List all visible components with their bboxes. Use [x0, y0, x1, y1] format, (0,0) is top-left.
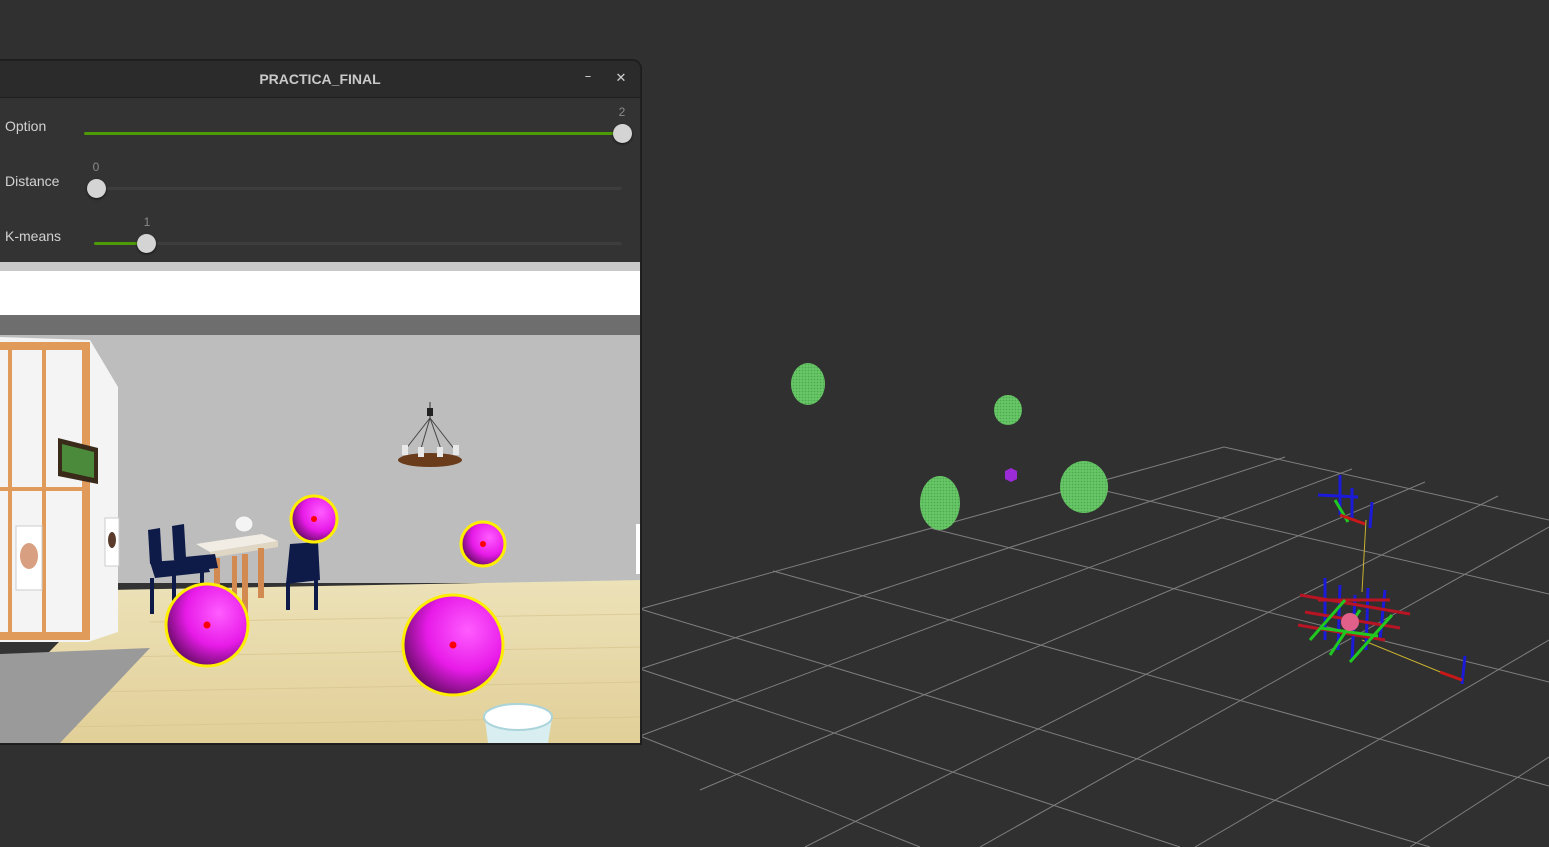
trackbar-option: Option 2	[0, 98, 640, 153]
camera-image	[0, 262, 640, 743]
trackbar-distance-handle[interactable]	[86, 179, 106, 198]
trackbar-kmeans-value: 1	[143, 215, 151, 229]
trackbar-kmeans: K-means 1	[0, 208, 640, 263]
trackbar-option-handle[interactable]	[612, 124, 632, 143]
bucket	[483, 703, 553, 743]
pointcloud-sphere	[994, 395, 1022, 425]
tf-frames	[1297, 475, 1467, 685]
trackbar-distance-label: Distance	[5, 173, 60, 189]
opencv-window[interactable]: PRACTICA_FINAL – ✕ Option 2 Distance 0 K…	[0, 60, 641, 744]
trackbar-option-fill	[84, 132, 622, 135]
detected-sphere	[459, 520, 507, 568]
window-title: PRACTICA_FINAL	[259, 71, 381, 87]
close-button[interactable]: ✕	[611, 69, 631, 89]
centroid-marker	[1005, 468, 1017, 482]
pointcloud-sphere	[920, 476, 960, 530]
trackbar-kmeans-label: K-means	[5, 228, 62, 244]
pointcloud-clusters	[791, 363, 1108, 530]
trackbar-distance-value: 0	[92, 160, 100, 174]
trackbar-option-label: Option	[5, 118, 47, 134]
trackbar-kmeans-handle[interactable]	[137, 234, 157, 253]
trackbar-option-rail[interactable]	[84, 124, 632, 143]
detected-sphere	[164, 582, 250, 668]
pointcloud-sphere	[791, 363, 825, 405]
trackbar-option-value: 2	[618, 105, 626, 119]
detected-sphere	[401, 593, 505, 697]
pointcloud-sphere	[1060, 461, 1108, 513]
detected-sphere	[289, 494, 339, 544]
trackbar-distance: Distance 0	[0, 153, 640, 208]
minimize-button[interactable]: –	[578, 67, 598, 87]
trackbar-distance-rail[interactable]	[86, 179, 622, 198]
trackbar-kmeans-rail[interactable]	[94, 234, 622, 253]
window-titlebar[interactable]: PRACTICA_FINAL – ✕	[0, 61, 640, 98]
